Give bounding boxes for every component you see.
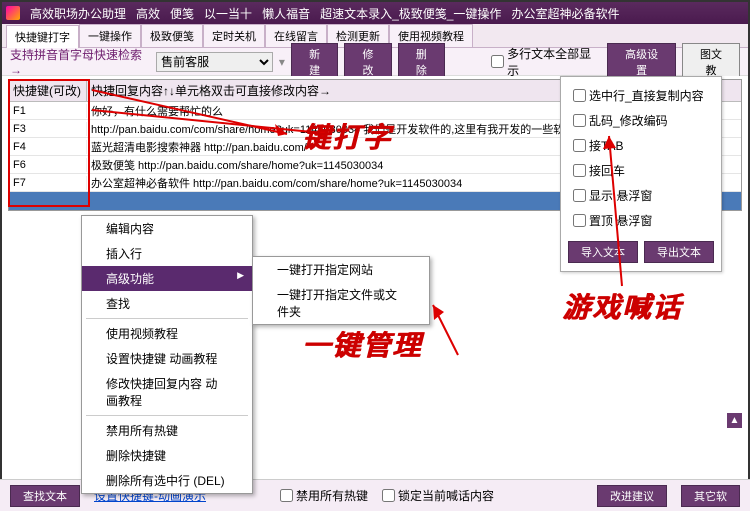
category-select[interactable]: 售前客服 [156, 52, 273, 72]
ctx-disable-hotkeys[interactable]: 禁用所有热键 [82, 418, 252, 443]
advanced-panel: 选中行_直接复制内容 乱码_修改编码 接TAB 接回车 显示 悬浮窗 置顶 悬浮… [560, 76, 722, 272]
submenu-open-file[interactable]: 一键打开指定文件或文件夹 [253, 282, 429, 324]
adv-opt-encoding[interactable]: 乱码_修改编码 [561, 108, 721, 133]
adv-opt-float[interactable]: 显示 悬浮窗 [561, 183, 721, 208]
edit-button[interactable]: 修改 [344, 43, 391, 81]
delete-button[interactable]: 删除 [398, 43, 445, 81]
arrow-3 [428, 300, 468, 360]
lock-content-checkbox[interactable]: 锁定当前喊话内容 [382, 487, 494, 504]
adv-opt-copy[interactable]: 选中行_直接复制内容 [561, 83, 721, 108]
submenu-open-site[interactable]: 一键打开指定网站 [253, 257, 429, 282]
title-5: 超速文本录入_极致便笺_一键操作 [320, 5, 501, 22]
multiline-checkbox[interactable]: 多行文本全部显示 [491, 45, 599, 79]
ctx-delete-selected[interactable]: 删除所有选中行 (DEL) [82, 468, 252, 493]
submenu: 一键打开指定网站 一键打开指定文件或文件夹 [252, 256, 430, 325]
adv-opt-top[interactable]: 置顶 悬浮窗 [561, 208, 721, 233]
annotation-shout: 游戏喊话 [562, 286, 682, 326]
context-menu: 编辑内容 插入行 高级功能 查找 使用视频教程 设置快捷键 动画教程 修改快捷回… [81, 215, 253, 494]
suggest-button[interactable]: 改进建议 [597, 485, 667, 507]
ctx-hotkey-tutorial[interactable]: 设置快捷键 动画教程 [82, 346, 252, 371]
ctx-find[interactable]: 查找 [82, 291, 252, 316]
ctx-advanced[interactable]: 高级功能 [82, 266, 252, 291]
title-3: 以一当十 [204, 5, 252, 22]
find-text-button[interactable]: 查找文本 [10, 485, 80, 507]
toolbar: 支持拼音首字母快速检索→ 售前客服 ▾ 新建 修改 删除 多行文本全部显示 高级… [2, 48, 748, 76]
adv-opt-enter[interactable]: 接回车 [561, 158, 721, 183]
app-icon [6, 6, 20, 20]
title-bar: 高效职场办公助理 高效 便笺 以一当十 懒人福音 超速文本录入_极致便笺_一键操… [2, 2, 748, 24]
title-2: 便笺 [170, 5, 194, 22]
import-button[interactable]: 导入文本 [568, 241, 638, 263]
new-button[interactable]: 新建 [291, 43, 338, 81]
main-area: 快捷键(可改) 快捷回复内容↑↓单元格双击可直接修改内容→ F1你好，有什么需要… [2, 76, 748, 468]
search-label: 支持拼音首字母快速检索→ [10, 46, 150, 77]
disable-hotkeys-checkbox[interactable]: 禁用所有热键 [280, 487, 368, 504]
ctx-insert-row[interactable]: 插入行 [82, 241, 252, 266]
other-software-button[interactable]: 其它软 [681, 485, 740, 507]
header-key: 快捷键(可改) [9, 80, 87, 101]
ctx-edit[interactable]: 编辑内容 [82, 216, 252, 241]
advanced-settings-button[interactable]: 高级设置 [607, 43, 676, 81]
tab-sticky-notes[interactable]: 极致便笺 [141, 24, 203, 47]
title-4: 懒人福音 [262, 5, 310, 22]
tab-one-click[interactable]: 一键操作 [79, 24, 141, 47]
ctx-delete-hotkey[interactable]: 删除快捷键 [82, 443, 252, 468]
ctx-reply-tutorial[interactable]: 修改快捷回复内容 动画教程 [82, 371, 252, 413]
export-button[interactable]: 导出文本 [644, 241, 714, 263]
title-0: 高效职场办公助理 [30, 5, 126, 22]
scroll-up-button[interactable]: ▲ [727, 413, 742, 428]
title-1: 高效 [136, 5, 160, 22]
tab-hotkey-typing[interactable]: 快捷键打字 [6, 25, 79, 48]
title-6: 办公室超神必备软件 [511, 5, 619, 22]
tab-shutdown-timer[interactable]: 定时关机 [203, 24, 265, 47]
adv-opt-tab[interactable]: 接TAB [561, 133, 721, 158]
ctx-video-tutorial[interactable]: 使用视频教程 [82, 321, 252, 346]
help-button[interactable]: 图文教 [682, 43, 740, 81]
annotation-manage: 一键管理 [302, 324, 422, 364]
